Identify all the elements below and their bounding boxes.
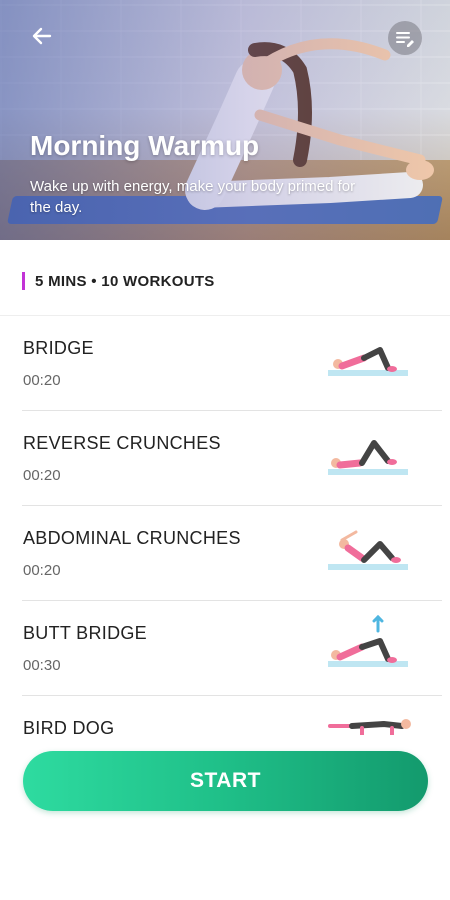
workout-summary: 5 MINS • 10 WORKOUTS	[0, 240, 450, 316]
start-button[interactable]: START	[23, 751, 428, 811]
workout-item-abdominal-crunches[interactable]: ABDOMINAL CRUNCHES 00:20	[22, 506, 442, 601]
workout-name: ABDOMINAL CRUNCHES	[23, 528, 241, 548]
workout-duration: 00:20	[23, 372, 61, 389]
summary-text: 5 MINS • 10 WORKOUTS	[35, 273, 215, 290]
header-hero: Morning Warmup Wake up with energy, make…	[0, 0, 450, 240]
workout-duration: 00:30	[23, 657, 61, 674]
workout-name: BRIDGE	[23, 338, 94, 358]
edit-list-icon	[396, 32, 414, 47]
workout-name: BUTT BRIDGE	[23, 623, 147, 643]
page-title: Morning Warmup	[30, 130, 260, 161]
summary-accent-bar	[22, 272, 25, 290]
edit-list-button[interactable]	[388, 21, 422, 55]
workout-duration: 00:20	[23, 467, 61, 484]
workout-list[interactable]: BRIDGE 00:20 REVERSE CRUNCHES 00:20 ABDO…	[0, 316, 450, 791]
back-button[interactable]	[28, 22, 56, 50]
arrow-left-icon	[32, 27, 52, 45]
workout-item-bridge[interactable]: BRIDGE 00:20	[22, 316, 442, 411]
workout-name: REVERSE CRUNCHES	[23, 433, 221, 453]
bridge-pose-icon	[328, 347, 408, 376]
workout-duration: 00:20	[23, 562, 61, 579]
abdominal-crunch-icon	[328, 530, 408, 570]
butt-bridge-icon	[328, 614, 408, 667]
reverse-crunch-icon	[328, 440, 408, 475]
workout-item-reverse-crunches[interactable]: REVERSE CRUNCHES 00:20	[22, 411, 442, 506]
workout-item-butt-bridge[interactable]: BUTT BRIDGE 00:30	[22, 601, 442, 696]
page-subtitle: Wake up with energy, make your body prim…	[30, 178, 356, 216]
